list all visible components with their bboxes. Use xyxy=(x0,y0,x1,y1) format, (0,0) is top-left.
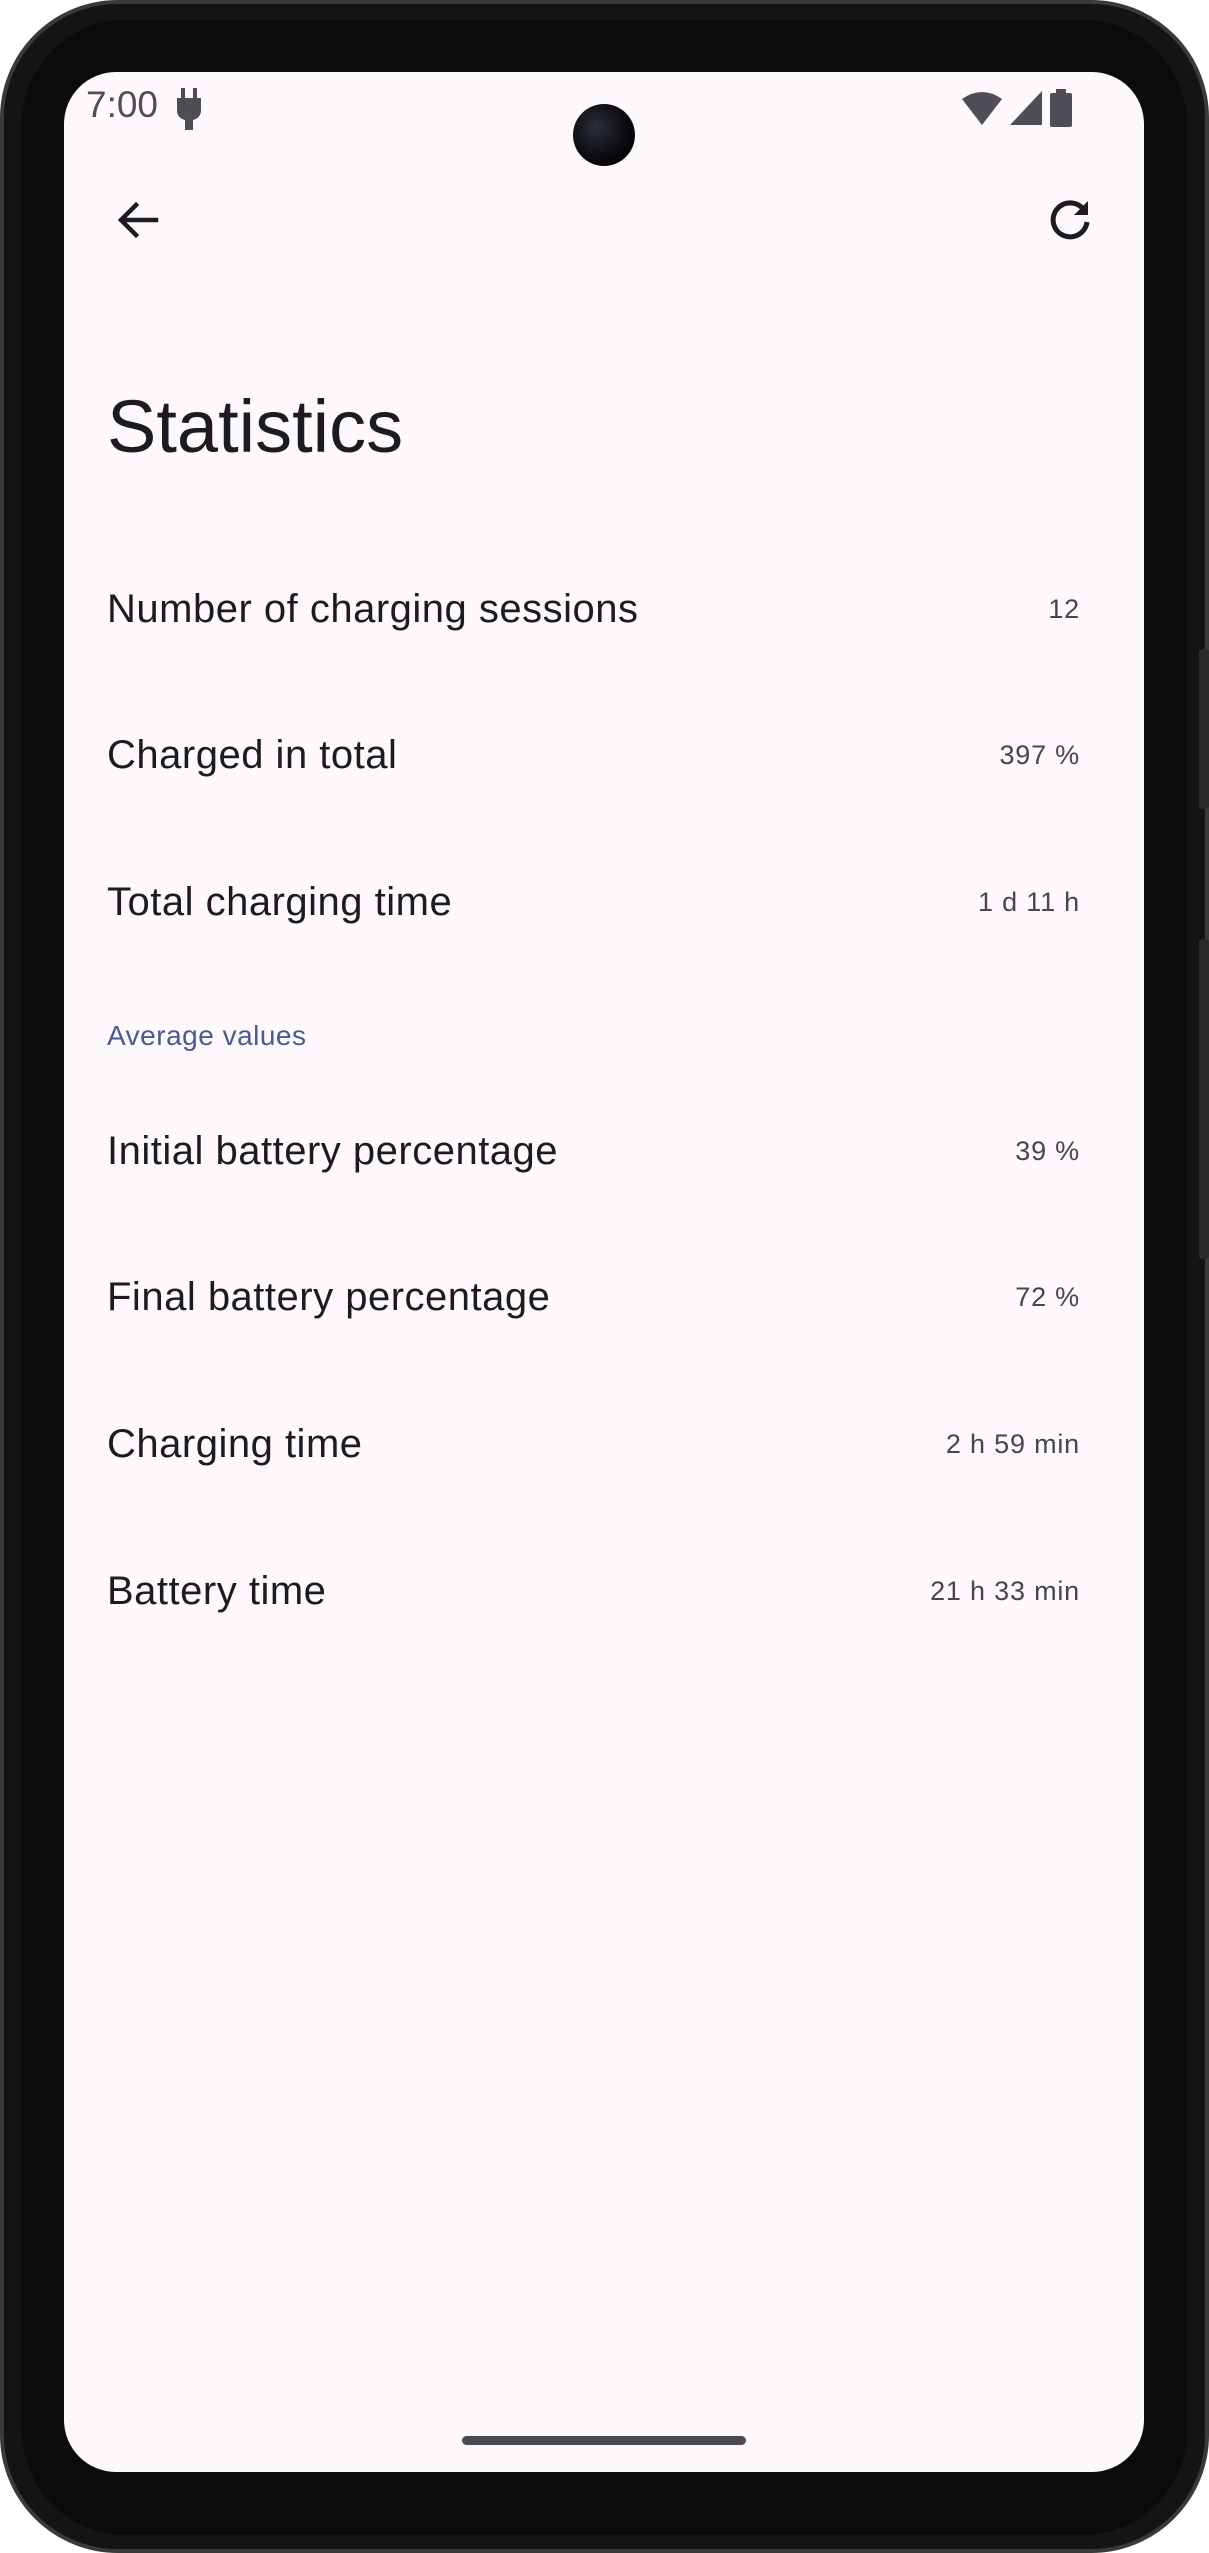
stat-label: Charged in total xyxy=(107,732,398,777)
avg-row-initial-battery[interactable]: Initial battery percentage 39 % xyxy=(64,1078,1144,1224)
stat-label: Charging time xyxy=(107,1421,363,1466)
power-button xyxy=(1199,649,1209,809)
avg-row-battery-time[interactable]: Battery time 21 h 33 min xyxy=(64,1518,1144,1664)
stat-value: 21 h 33 min xyxy=(930,1575,1080,1606)
wifi-icon xyxy=(962,92,1002,125)
stat-row-charged-total[interactable]: Charged in total 397 % xyxy=(64,682,1144,828)
stat-label: Total charging time xyxy=(107,879,453,924)
charging-plug-icon xyxy=(177,88,201,130)
battery-icon xyxy=(1050,89,1072,127)
back-button[interactable] xyxy=(102,184,174,256)
section-header-average: Average values xyxy=(107,1020,307,1051)
phone-frame: 7:00 Statistics Number of charging sessi… xyxy=(0,0,1209,2553)
refresh-icon xyxy=(1050,200,1090,240)
cell-signal-icon xyxy=(1010,91,1042,125)
stat-value: 72 % xyxy=(1015,1281,1080,1312)
page-title: Statistics xyxy=(107,385,404,468)
avg-row-final-battery[interactable]: Final battery percentage 72 % xyxy=(64,1224,1144,1370)
arrow-back-icon xyxy=(117,201,159,239)
stat-label: Initial battery percentage xyxy=(107,1128,559,1173)
home-gesture-bar[interactable] xyxy=(462,2436,746,2445)
stat-value: 397 % xyxy=(999,739,1080,770)
app-screen: 7:00 Statistics Number of charging sessi… xyxy=(64,72,1144,2472)
refresh-button[interactable] xyxy=(1034,184,1106,256)
front-camera xyxy=(573,104,635,166)
stat-value: 12 xyxy=(1048,593,1080,624)
stat-row-charging-sessions[interactable]: Number of charging sessions 12 xyxy=(64,536,1144,682)
stat-label: Final battery percentage xyxy=(107,1274,551,1319)
status-icons xyxy=(962,88,1072,128)
stat-value: 1 d 11 h xyxy=(978,886,1080,917)
avg-row-charging-time[interactable]: Charging time 2 h 59 min xyxy=(64,1371,1144,1517)
volume-button xyxy=(1199,939,1209,1259)
stat-label: Battery time xyxy=(107,1568,327,1613)
status-time: 7:00 xyxy=(86,84,159,125)
stat-value: 2 h 59 min xyxy=(945,1428,1080,1459)
stat-label: Number of charging sessions xyxy=(107,586,639,631)
stat-row-total-charging-time[interactable]: Total charging time 1 d 11 h xyxy=(64,829,1144,975)
stat-value: 39 % xyxy=(1015,1135,1080,1166)
